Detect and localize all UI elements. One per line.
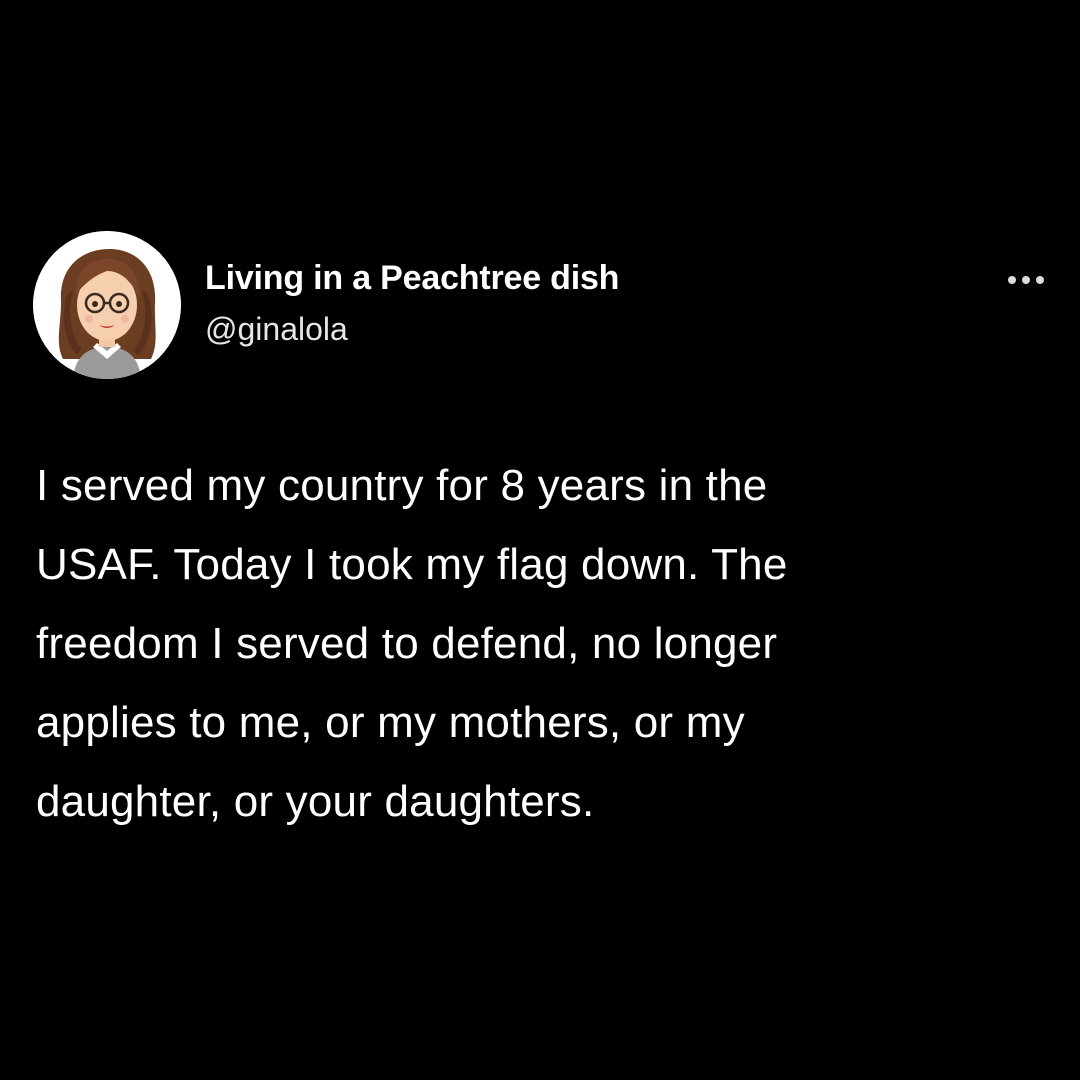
author-handle[interactable]: @ginalola — [205, 311, 348, 348]
tweet-text: I served my country for 8 years in the U… — [36, 446, 1066, 841]
tweet-card: Living in a Peachtree dish @ginalola I s… — [0, 0, 1080, 1080]
tweet-text-line: daughter, or your daughters. — [36, 777, 595, 826]
tweet-text-line: I served my country for 8 years in the — [36, 461, 768, 510]
more-horizontal-icon — [1008, 276, 1044, 284]
tweet-text-line: freedom I served to defend, no longer — [36, 619, 778, 668]
cartoon-woman-avatar-icon — [33, 231, 181, 379]
author-display-name[interactable]: Living in a Peachtree dish — [205, 259, 619, 298]
tweet-text-line: USAF. Today I took my flag down. The — [36, 540, 788, 589]
more-options-button[interactable] — [1000, 262, 1056, 298]
avatar[interactable] — [33, 231, 181, 379]
tweet-text-line: applies to me, or my mothers, or my — [36, 698, 745, 747]
